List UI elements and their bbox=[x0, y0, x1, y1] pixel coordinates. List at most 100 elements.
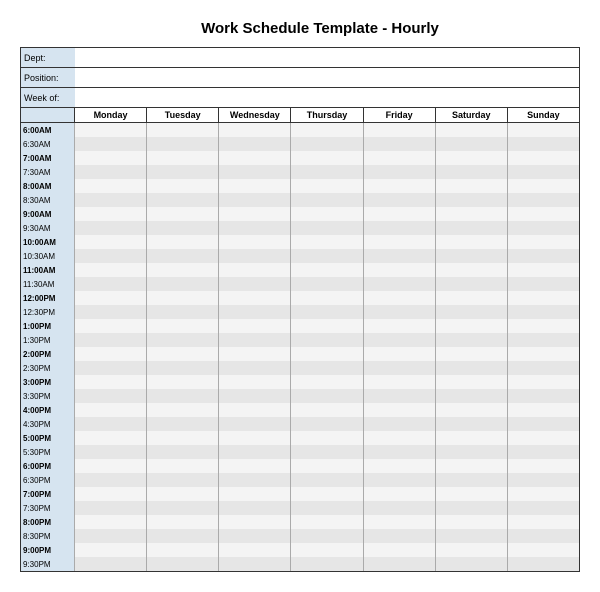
schedule-cell[interactable] bbox=[363, 305, 435, 319]
schedule-cell[interactable] bbox=[435, 179, 507, 193]
schedule-cell[interactable] bbox=[363, 123, 435, 138]
schedule-cell[interactable] bbox=[507, 473, 579, 487]
schedule-cell[interactable] bbox=[147, 403, 219, 417]
schedule-cell[interactable] bbox=[147, 263, 219, 277]
schedule-cell[interactable] bbox=[363, 249, 435, 263]
schedule-cell[interactable] bbox=[75, 459, 147, 473]
schedule-cell[interactable] bbox=[147, 529, 219, 543]
schedule-cell[interactable] bbox=[435, 375, 507, 389]
schedule-cell[interactable] bbox=[435, 445, 507, 459]
schedule-cell[interactable] bbox=[147, 333, 219, 347]
schedule-cell[interactable] bbox=[507, 193, 579, 207]
schedule-cell[interactable] bbox=[147, 235, 219, 249]
schedule-cell[interactable] bbox=[147, 207, 219, 221]
schedule-cell[interactable] bbox=[219, 305, 291, 319]
schedule-cell[interactable] bbox=[219, 557, 291, 572]
schedule-cell[interactable] bbox=[363, 263, 435, 277]
schedule-cell[interactable] bbox=[147, 347, 219, 361]
schedule-cell[interactable] bbox=[507, 263, 579, 277]
schedule-cell[interactable] bbox=[507, 431, 579, 445]
schedule-cell[interactable] bbox=[75, 291, 147, 305]
schedule-cell[interactable] bbox=[507, 445, 579, 459]
schedule-cell[interactable] bbox=[291, 179, 363, 193]
schedule-cell[interactable] bbox=[507, 501, 579, 515]
schedule-cell[interactable] bbox=[507, 179, 579, 193]
schedule-cell[interactable] bbox=[219, 137, 291, 151]
schedule-cell[interactable] bbox=[435, 165, 507, 179]
schedule-cell[interactable] bbox=[147, 515, 219, 529]
schedule-cell[interactable] bbox=[75, 333, 147, 347]
schedule-cell[interactable] bbox=[219, 165, 291, 179]
schedule-cell[interactable] bbox=[363, 151, 435, 165]
schedule-cell[interactable] bbox=[363, 221, 435, 235]
schedule-cell[interactable] bbox=[147, 431, 219, 445]
schedule-cell[interactable] bbox=[291, 249, 363, 263]
schedule-cell[interactable] bbox=[75, 165, 147, 179]
schedule-cell[interactable] bbox=[507, 207, 579, 221]
schedule-cell[interactable] bbox=[219, 473, 291, 487]
schedule-cell[interactable] bbox=[75, 417, 147, 431]
schedule-cell[interactable] bbox=[435, 291, 507, 305]
schedule-cell[interactable] bbox=[507, 529, 579, 543]
schedule-cell[interactable] bbox=[363, 459, 435, 473]
schedule-cell[interactable] bbox=[75, 179, 147, 193]
schedule-cell[interactable] bbox=[75, 375, 147, 389]
schedule-cell[interactable] bbox=[291, 165, 363, 179]
week-of-input[interactable] bbox=[75, 88, 580, 108]
schedule-cell[interactable] bbox=[219, 319, 291, 333]
schedule-cell[interactable] bbox=[435, 515, 507, 529]
schedule-cell[interactable] bbox=[507, 375, 579, 389]
schedule-cell[interactable] bbox=[75, 557, 147, 572]
schedule-cell[interactable] bbox=[291, 347, 363, 361]
schedule-cell[interactable] bbox=[435, 361, 507, 375]
schedule-cell[interactable] bbox=[363, 137, 435, 151]
schedule-cell[interactable] bbox=[147, 417, 219, 431]
schedule-cell[interactable] bbox=[75, 193, 147, 207]
schedule-cell[interactable] bbox=[507, 459, 579, 473]
schedule-cell[interactable] bbox=[75, 347, 147, 361]
schedule-cell[interactable] bbox=[435, 333, 507, 347]
schedule-cell[interactable] bbox=[75, 151, 147, 165]
schedule-cell[interactable] bbox=[507, 165, 579, 179]
schedule-cell[interactable] bbox=[507, 319, 579, 333]
schedule-cell[interactable] bbox=[435, 557, 507, 572]
schedule-cell[interactable] bbox=[75, 137, 147, 151]
schedule-cell[interactable] bbox=[75, 389, 147, 403]
schedule-cell[interactable] bbox=[507, 277, 579, 291]
schedule-cell[interactable] bbox=[435, 319, 507, 333]
schedule-cell[interactable] bbox=[363, 375, 435, 389]
schedule-cell[interactable] bbox=[291, 487, 363, 501]
schedule-cell[interactable] bbox=[219, 431, 291, 445]
schedule-cell[interactable] bbox=[507, 123, 579, 138]
schedule-cell[interactable] bbox=[147, 277, 219, 291]
schedule-cell[interactable] bbox=[507, 543, 579, 557]
schedule-cell[interactable] bbox=[363, 403, 435, 417]
schedule-cell[interactable] bbox=[435, 221, 507, 235]
schedule-cell[interactable] bbox=[291, 445, 363, 459]
schedule-cell[interactable] bbox=[291, 403, 363, 417]
schedule-cell[interactable] bbox=[291, 417, 363, 431]
schedule-cell[interactable] bbox=[75, 445, 147, 459]
schedule-cell[interactable] bbox=[507, 487, 579, 501]
schedule-cell[interactable] bbox=[75, 235, 147, 249]
schedule-cell[interactable] bbox=[219, 389, 291, 403]
schedule-cell[interactable] bbox=[219, 403, 291, 417]
schedule-cell[interactable] bbox=[219, 263, 291, 277]
schedule-cell[interactable] bbox=[435, 417, 507, 431]
schedule-cell[interactable] bbox=[291, 375, 363, 389]
schedule-cell[interactable] bbox=[75, 305, 147, 319]
schedule-cell[interactable] bbox=[363, 165, 435, 179]
schedule-cell[interactable] bbox=[147, 473, 219, 487]
schedule-cell[interactable] bbox=[363, 445, 435, 459]
schedule-cell[interactable] bbox=[435, 487, 507, 501]
schedule-cell[interactable] bbox=[507, 305, 579, 319]
schedule-cell[interactable] bbox=[507, 235, 579, 249]
schedule-cell[interactable] bbox=[507, 221, 579, 235]
schedule-cell[interactable] bbox=[219, 249, 291, 263]
schedule-cell[interactable] bbox=[363, 543, 435, 557]
schedule-cell[interactable] bbox=[363, 277, 435, 291]
schedule-cell[interactable] bbox=[291, 305, 363, 319]
schedule-cell[interactable] bbox=[75, 263, 147, 277]
schedule-cell[interactable] bbox=[147, 557, 219, 572]
schedule-cell[interactable] bbox=[435, 473, 507, 487]
